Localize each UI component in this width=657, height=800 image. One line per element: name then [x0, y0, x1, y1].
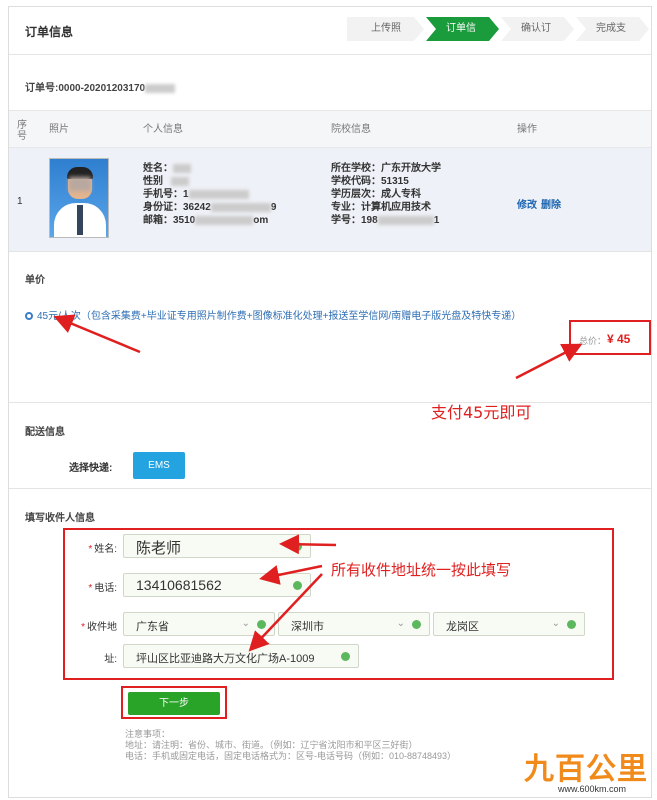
school-level: 学历层次：成人专科 — [331, 189, 421, 200]
total-price-box: 总价： ¥ 45 — [569, 320, 651, 355]
delete-link[interactable]: 删除 — [541, 196, 561, 211]
notes-title: 注意事项： — [125, 729, 171, 739]
total-price-value: ¥ 45 — [607, 332, 631, 346]
valid-check-icon — [567, 620, 576, 629]
chevron-down-icon: ⌄ — [396, 618, 405, 629]
personal-email: 邮箱：3510 om — [143, 215, 269, 226]
ems-button[interactable]: EMS — [133, 452, 185, 479]
col-action: 操作 — [517, 124, 537, 135]
valid-check-icon — [412, 620, 421, 629]
price-option[interactable]: 45元/人次（包含采集费+毕业证专用照片制作费+图像标准化处理+报送至学信网/南… — [25, 307, 521, 322]
phone-label: * 电话: — [88, 583, 117, 594]
col-index: 序号 — [17, 120, 27, 142]
edit-link[interactable]: 修改 — [517, 196, 537, 211]
logo-text: 九百公里 — [524, 752, 648, 787]
phone-value: 13410681562 — [136, 577, 222, 593]
notes-phone: 电话：手机或固定电话，固定电话格式为：区号-电话号码（例如：010-887484… — [125, 751, 457, 761]
order-number-mask — [145, 83, 176, 93]
chevron-down-icon: ⌄ — [551, 618, 560, 629]
personal-info: 姓名： 性别 手机号：1 身份证：36242 9 邮箱：3510 om — [143, 162, 276, 227]
notes: 注意事项： 地址：请注明：省份、城市、街道。（例如：辽宁省沈阳市和平区三好街） … — [125, 729, 456, 762]
radio-selected-icon[interactable] — [25, 312, 33, 321]
address-label-cont: 址: — [104, 654, 117, 665]
step-order-info: 订单信息 — [426, 17, 499, 41]
next-button-highlight: 下一步 — [121, 686, 227, 719]
street-input[interactable]: 坪山区比亚迪路大万文化广场A-1009 — [123, 644, 359, 668]
street-value: 坪山区比亚迪路大万文化广场A-1009 — [136, 653, 315, 665]
notes-address: 地址：请注明：省份、城市、街道。（例如：辽宁省沈阳市和平区三好街） — [125, 740, 418, 750]
valid-check-icon — [293, 542, 302, 551]
order-page: 订单信息 上传照片 订单信息 确认订单 完成支付 订单号:0000-202012… — [8, 6, 652, 798]
site-logo: 九百公里 www.600km.com — [524, 744, 650, 796]
courier-select-label: 选择快递: — [69, 463, 113, 474]
district-value: 龙岗区 — [446, 621, 479, 633]
recipient-label: 填写收件人信息 — [25, 513, 95, 524]
price-description: 45元/人次（包含采集费+毕业证专用照片制作费+图像标准化处理+报送至学信网/南… — [37, 311, 522, 322]
step-indicator: 上传照片 订单信息 确认订单 完成支付 — [347, 17, 651, 41]
name-label: * 姓名: — [88, 544, 117, 555]
school-code: 学校代码：51315 — [331, 176, 409, 187]
table-row: 1 姓名： 性别 手机号：1 身份证：36242 9 邮箱：3510 om 所在学校… — [9, 148, 651, 252]
valid-check-icon — [257, 620, 266, 629]
order-header: 订单信息 上传照片 订单信息 确认订单 完成支付 — [9, 7, 651, 55]
logo-url: www.600km.com — [558, 784, 627, 794]
province-value: 广东省 — [136, 621, 169, 633]
col-school: 院校信息 — [331, 124, 371, 135]
address-label: * 收件地 — [81, 622, 117, 633]
school-info: 所在学校：广东开放大学 学校代码：51315 学历层次：成人专科 专业：计算机应… — [331, 162, 441, 227]
total-price-label: 总价： — [579, 336, 607, 346]
district-select[interactable]: 龙岗区 ⌄ — [433, 612, 585, 636]
col-photo: 照片 — [49, 124, 69, 135]
school-major: 专业：计算机应用技术 — [331, 202, 431, 213]
order-number: 订单号:0000-20201203170 — [25, 79, 176, 94]
city-select[interactable]: 深圳市 ⌄ — [278, 612, 430, 636]
personal-name: 姓名： — [143, 162, 276, 175]
province-select[interactable]: 广东省 ⌄ — [123, 612, 275, 636]
personal-id: 身份证：36242 9 — [143, 202, 277, 213]
page-title: 订单信息 — [25, 25, 74, 39]
valid-check-icon — [293, 581, 302, 590]
step-upload-photo: 上传照片 — [347, 17, 424, 41]
col-personal: 个人信息 — [143, 124, 183, 135]
personal-gender: 性别 — [143, 175, 276, 188]
name-input[interactable]: 陈老师 — [123, 534, 311, 558]
school-student-id: 学号：198 1 — [331, 215, 440, 226]
unit-price-label: 单价 — [25, 275, 45, 286]
city-value: 深圳市 — [291, 621, 324, 633]
next-button[interactable]: 下一步 — [128, 692, 220, 715]
table-header: 序号 照片 个人信息 院校信息 操作 — [9, 110, 651, 148]
phone-input[interactable]: 13410681562 — [123, 573, 311, 597]
personal-phone: 手机号：1 — [143, 188, 276, 201]
delivery-label: 配送信息 — [25, 427, 65, 438]
school-name: 所在学校：广东开放大学 — [331, 163, 441, 174]
valid-check-icon — [341, 652, 350, 661]
step-complete-payment: 完成支付 — [576, 17, 649, 41]
step-confirm-order: 确认订单 — [501, 17, 574, 41]
address-annotation: 所有收件地址统一按此填写 — [331, 561, 512, 579]
name-value: 陈老师 — [136, 540, 182, 557]
section-divider — [9, 402, 651, 403]
chevron-down-icon: ⌄ — [241, 618, 250, 629]
id-photo — [49, 158, 109, 238]
row-index: 1 — [17, 196, 23, 207]
order-number-text: 订单号:0000-20201203170 — [25, 83, 146, 94]
section-divider — [9, 488, 651, 489]
